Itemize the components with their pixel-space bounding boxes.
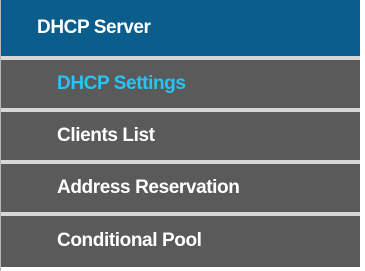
menu-item-dhcp-settings[interactable]: DHCP Settings <box>1 60 360 112</box>
menu-item-conditional-pool[interactable]: Conditional Pool <box>1 216 360 267</box>
menu-item-clients-list[interactable]: Clients List <box>1 112 360 164</box>
sidebar-menu: DHCP Server DHCP Settings Clients List A… <box>0 0 360 271</box>
menu-item-address-reservation[interactable]: Address Reservation <box>1 164 360 216</box>
menu-header-dhcp-server[interactable]: DHCP Server <box>1 0 360 60</box>
